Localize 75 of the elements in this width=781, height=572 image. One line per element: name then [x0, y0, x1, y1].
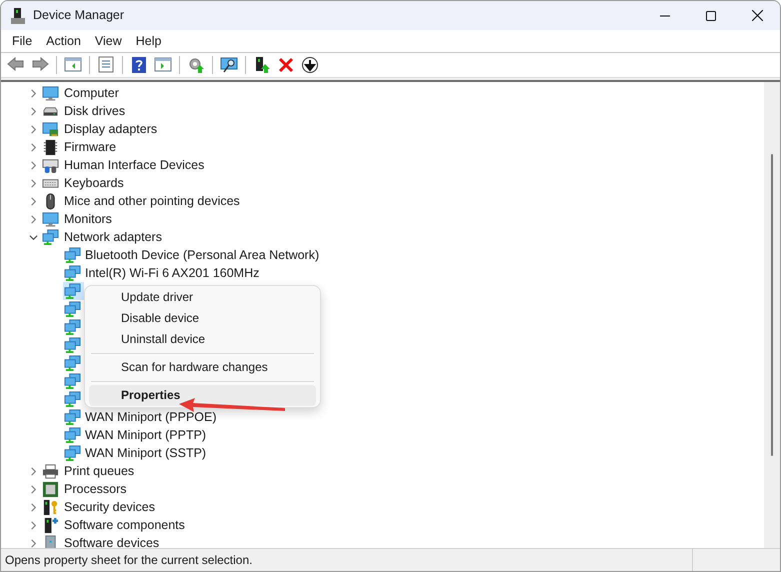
tree-row[interactable]: WAN Miniport (PPPOE): [63, 408, 220, 426]
tree-item[interactable]: WAN Miniport (PPPOE): [85, 408, 217, 426]
status-text: Opens property sheet for the current selection.: [5, 552, 252, 569]
tree-item[interactable]: Security devices: [64, 498, 156, 516]
tree-item[interactable]: Monitors: [64, 210, 112, 228]
tree-item[interactable]: Software devices: [64, 534, 160, 548]
network-icon: [64, 300, 81, 318]
expand-chevron-icon[interactable]: [29, 142, 38, 152]
app-icon: [11, 8, 25, 24]
tree-item[interactable]: Computer: [64, 84, 119, 102]
menu-item[interactable]: Disable device: [89, 308, 316, 329]
monitor-icon: [42, 84, 59, 102]
network-icon: [64, 246, 81, 264]
window-title: Device Manager: [33, 7, 124, 24]
keyboard-icon: [42, 156, 59, 174]
expand-chevron-icon[interactable]: [29, 196, 38, 206]
collapse-chevron-icon[interactable]: [29, 232, 38, 242]
menu-item[interactable]: File: [5, 32, 40, 50]
expand-chevron-icon[interactable]: [29, 178, 38, 188]
expand-chevron-icon[interactable]: [29, 466, 38, 476]
maximize-icon: [706, 10, 716, 20]
menu-item[interactable]: Help: [128, 32, 168, 50]
key-icon: [42, 498, 59, 516]
expand-chevron-icon[interactable]: [29, 520, 38, 530]
tree-row[interactable]: WAN Miniport (PPTP): [63, 426, 210, 444]
monitor-icon: [42, 210, 59, 228]
menu-item[interactable]: Action: [39, 32, 88, 50]
expand-chevron-icon[interactable]: [29, 160, 38, 170]
tree-item[interactable]: Mice and other pointing devices: [64, 192, 240, 210]
expand-chevron-icon[interactable]: [29, 88, 38, 98]
tree-item[interactable]: Intel(R) Wi-Fi 6 AX201 160MHz: [85, 264, 260, 282]
tree-item[interactable]: Human Interface Devices: [64, 156, 204, 174]
tree-item[interactable]: Software components: [64, 516, 185, 534]
network-icon: [64, 444, 81, 462]
menu-item[interactable]: Scan for hardware changes: [89, 357, 316, 378]
tree-item[interactable]: Display adapters: [64, 120, 158, 138]
expand-chevron-icon[interactable]: [29, 214, 38, 224]
menu-item[interactable]: Update driver: [89, 287, 316, 308]
tree-row[interactable]: WAN Miniport (SSTP): [63, 444, 210, 462]
network-icon: [64, 408, 81, 426]
expand-chevron-icon[interactable]: [29, 124, 38, 134]
network-icon: [64, 264, 81, 282]
display-adapter-icon: [42, 120, 59, 138]
network-icon: [64, 390, 81, 408]
tree-item[interactable]: Print queues: [64, 462, 134, 480]
network-icon: [42, 228, 59, 246]
network-icon: [64, 426, 81, 444]
menu-item[interactable]: Properties: [89, 385, 316, 406]
network-icon: [64, 318, 81, 336]
processor-icon: [42, 480, 59, 498]
network-icon: [64, 372, 81, 390]
tree-item[interactable]: Disk drives: [64, 102, 126, 120]
tree-item[interactable]: Processors: [64, 480, 127, 498]
expand-chevron-icon[interactable]: [29, 484, 38, 494]
scrollbar[interactable]: [764, 82, 780, 548]
network-icon: [64, 336, 81, 354]
expand-chevron-icon[interactable]: [29, 502, 38, 512]
tree-item[interactable]: WAN Miniport (PPTP): [85, 426, 206, 444]
tree-row[interactable]: Intel(R) Wi-Fi 6 AX201 160MHz: [63, 264, 262, 282]
expand-chevron-icon[interactable]: [29, 106, 38, 116]
tree-item[interactable]: Keyboards: [64, 174, 124, 192]
selected-row[interactable]: [63, 282, 84, 300]
menu-item[interactable]: View: [88, 32, 129, 50]
close-icon: [752, 10, 762, 21]
tree-item[interactable]: WAN Miniport (SSTP): [85, 444, 206, 462]
network-icon: [64, 282, 81, 300]
component-icon: [42, 516, 59, 534]
download-icon[interactable]: [299, 54, 321, 76]
network-icon: [64, 354, 81, 372]
tree-item[interactable]: Firmware: [64, 138, 116, 156]
chip-icon: [42, 138, 59, 156]
printer-icon: [42, 462, 59, 480]
menu-item[interactable]: Uninstall device: [89, 329, 316, 350]
tree-item[interactable]: Network adapters: [64, 228, 162, 246]
expand-chevron-icon[interactable]: [29, 538, 38, 548]
